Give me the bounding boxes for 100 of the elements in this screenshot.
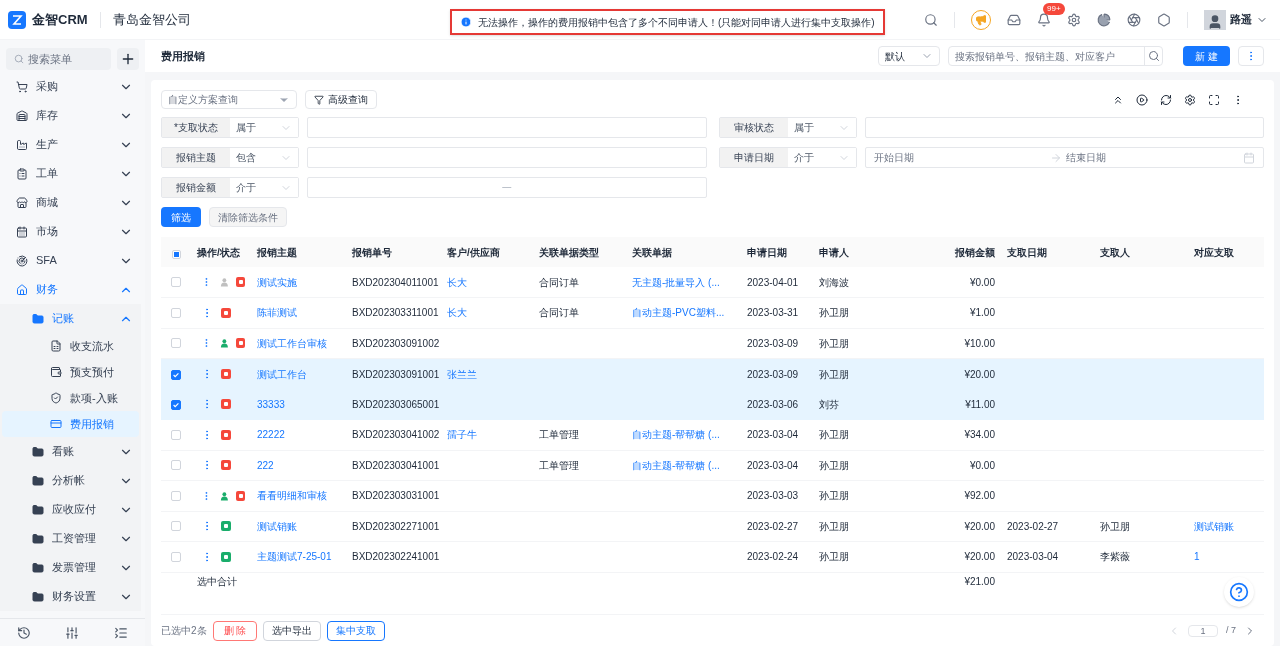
table-row[interactable]: 看看明细和审核 BXD202303031001 2023-03-03 孙卫朋 ¥92.00 — [161, 480, 1264, 511]
related-document-link[interactable]: 自动主题-PVC塑料... — [632, 307, 725, 319]
add-button[interactable] — [117, 48, 139, 70]
alert-message: 无法操作，操作的费用报销中包含了多个不同申请人！(只能对同申请人进行集中支取操作) — [478, 15, 875, 30]
refresh-icon[interactable] — [1160, 93, 1172, 106]
table-row[interactable]: 33333 BXD202303065001 2023-03-06 刘芬 ¥11.00 — [161, 389, 1264, 420]
settings-icon[interactable] — [1184, 93, 1196, 106]
new-button[interactable]: 新 建 — [1183, 46, 1230, 66]
subject-link[interactable]: 22222 — [257, 429, 285, 440]
user-name[interactable]: 路遥 — [1230, 11, 1252, 28]
related-document-link[interactable]: 自动主题-帮帮糖 (... — [632, 429, 720, 440]
scheme-select[interactable]: 自定义方案查询 — [161, 90, 297, 109]
sidebar-leaf-item[interactable]: 费用报销 — [2, 411, 139, 437]
table-row[interactable]: 测试实施 BXD202304011001 长大 合同订单 无主题-批量导入 (... 2023-04-01 刘海波 ¥0.00 — [161, 267, 1264, 298]
date-range-field[interactable]: 开始日期 结束日期 — [864, 147, 1264, 168]
table-cell: 孙卫朋 — [819, 490, 849, 502]
table-row[interactable]: 陈菲测试 BXD202303311001 长大 合同订单 自动主题-PVC塑料... 2023-03-31 孙卫朋 ¥1.00 — [161, 297, 1264, 328]
table-cell: BXD202303311001 — [352, 307, 439, 319]
fullscreen-icon[interactable] — [1208, 93, 1220, 106]
menu-icon — [16, 283, 28, 296]
related-document-link[interactable]: 无主题-批量导入 (... — [632, 276, 720, 288]
select-all-checkbox[interactable] — [171, 250, 181, 259]
customer-link[interactable]: 长大 — [447, 307, 467, 319]
play-icon[interactable] — [1136, 93, 1148, 106]
notification-badge: 99+ — [1043, 2, 1065, 15]
subject-link[interactable]: 陈菲测试 — [257, 307, 297, 319]
user-avatar[interactable] — [1204, 9, 1226, 30]
subject-link[interactable]: 测试实施 — [257, 276, 297, 288]
sidebar-subitem[interactable]: 应收应付 — [0, 495, 141, 524]
subject-link[interactable]: 测试销账 — [257, 520, 297, 532]
sliders-icon[interactable] — [65, 625, 80, 640]
subject-link[interactable]: 测试工作台 — [257, 368, 307, 380]
sidebar-item[interactable]: 商城 — [0, 188, 145, 217]
filter-input[interactable] — [307, 147, 707, 168]
hexagon-icon[interactable] — [1157, 12, 1171, 27]
settings-icon[interactable] — [1067, 12, 1081, 27]
subject-link[interactable]: 主题测试7-25-01 — [257, 551, 332, 563]
table-row[interactable]: 测试销账 BXD202302271001 2023-02-27 孙卫朋 ¥20.00 2023-02-27 孙卫朋 测试销账 — [161, 511, 1264, 542]
advanced-query-button[interactable]: 高级查询 — [305, 90, 377, 109]
subject-link[interactable]: 33333 — [257, 398, 285, 410]
filter-input[interactable] — [307, 117, 707, 138]
sidebar-leaf-item[interactable]: 款项-入账 — [2, 385, 139, 411]
filter-input[interactable] — [864, 117, 1264, 138]
table-cell: 孙卫朋 — [819, 368, 849, 380]
column-header: 申请人 — [813, 237, 901, 267]
aperture-icon[interactable] — [1127, 12, 1141, 27]
sidebar-subitem[interactable]: 看账 — [0, 437, 141, 466]
sidebar-subitem[interactable]: 工资管理 — [0, 524, 141, 553]
sidebar-subitem[interactable]: 发票管理 — [0, 553, 141, 582]
history-icon[interactable] — [17, 625, 32, 640]
bell-icon[interactable] — [1037, 12, 1051, 27]
summary-amount: ¥21.00 — [964, 575, 995, 587]
subject-link[interactable]: 看看明细和审核 — [257, 490, 327, 502]
sidebar-item[interactable]: SFA — [0, 246, 145, 275]
view-select[interactable]: 默认 — [878, 46, 941, 66]
sidebar-item[interactable]: 工单 — [0, 159, 145, 188]
sidebar-subitem[interactable]: 分析帐 — [0, 466, 141, 495]
search-icon[interactable] — [924, 12, 938, 27]
sidebar-item[interactable]: 采购 — [0, 72, 145, 101]
filter-button[interactable]: 筛选 — [161, 207, 201, 227]
sidebar-item[interactable]: 市场 — [0, 217, 145, 246]
summary-label: 选中合计 — [197, 575, 237, 587]
table-cell: 2023-03-04 — [747, 459, 799, 471]
table-row[interactable]: 测试工作台 BXD202303091001 张兰兰 2023-03-09 孙卫朋 ¥20.00 — [161, 358, 1264, 389]
customer-link[interactable]: 长大 — [447, 276, 467, 288]
row-checkbox[interactable] — [171, 370, 181, 380]
collapse-menu-icon[interactable] — [113, 625, 128, 640]
page-title: 费用报销 — [161, 48, 205, 64]
table-row[interactable]: 22222 BXD202303041002 孺子牛 工单管理 自动主题-帮帮糖 (... 2023-03-04 孙卫朋 ¥34.00 — [161, 419, 1264, 450]
sidebar-item[interactable]: 库存 — [0, 101, 145, 130]
table-row[interactable]: 222 BXD202303041001 工单管理 自动主题-帮帮糖 (... 2023-03-04 孙卫朋 ¥0.00 — [161, 450, 1264, 481]
calendar-icon — [1243, 151, 1255, 164]
batch-pay-button[interactable]: 集中支取 — [327, 620, 386, 641]
pie-chart-icon[interactable] — [1097, 12, 1111, 27]
folder-icon — [32, 445, 44, 458]
table-cell: 孙卫朋 — [1100, 520, 1130, 532]
sidebar-leaf-item[interactable]: 预支预付 — [2, 359, 139, 385]
related-document-link[interactable]: 自动主题-帮帮糖 (... — [632, 459, 720, 471]
sidebar-subitem[interactable]: 记账 — [0, 304, 141, 333]
export-button[interactable]: 选中导出 — [263, 620, 322, 641]
menu-icon — [16, 109, 28, 122]
column-header: 关联单据 — [626, 237, 741, 267]
table-row[interactable]: 测试工作台审核 BXD202303091002 2023-03-09 孙卫朋 ¥10.00 — [161, 328, 1264, 359]
subject-link[interactable]: 测试工作台审核 — [257, 337, 327, 349]
payment-link[interactable]: 测试销账 — [1194, 520, 1234, 532]
menu-search-field[interactable]: 搜索菜单 — [6, 48, 111, 70]
sidebar-leaf-item[interactable]: 收支流水 — [2, 333, 139, 359]
subject-link[interactable]: 222 — [257, 459, 274, 471]
sidebar-item[interactable]: 财务 — [0, 275, 145, 304]
row-checkbox[interactable] — [171, 400, 181, 411]
table-row[interactable]: 主题测试7-25-01 BXD202302241001 2023-02-24 孙卫朋 ¥20.00 2023-03-04 李紫薇 1 — [161, 541, 1264, 572]
inbox-icon[interactable] — [1007, 12, 1021, 27]
customer-link[interactable]: 张兰兰 — [447, 368, 477, 380]
customer-link[interactable]: 孺子牛 — [447, 429, 477, 440]
sidebar-item[interactable]: 生产 — [0, 130, 145, 159]
sidebar-subitem[interactable]: 财务设置 — [0, 582, 141, 611]
payment-link[interactable]: 1 — [1194, 551, 1200, 563]
page-input[interactable]: 1 — [1188, 624, 1218, 637]
menu-icon — [16, 196, 28, 209]
search-field[interactable]: 搜索报销单号、报销主题、对应客户 — [948, 46, 1164, 66]
